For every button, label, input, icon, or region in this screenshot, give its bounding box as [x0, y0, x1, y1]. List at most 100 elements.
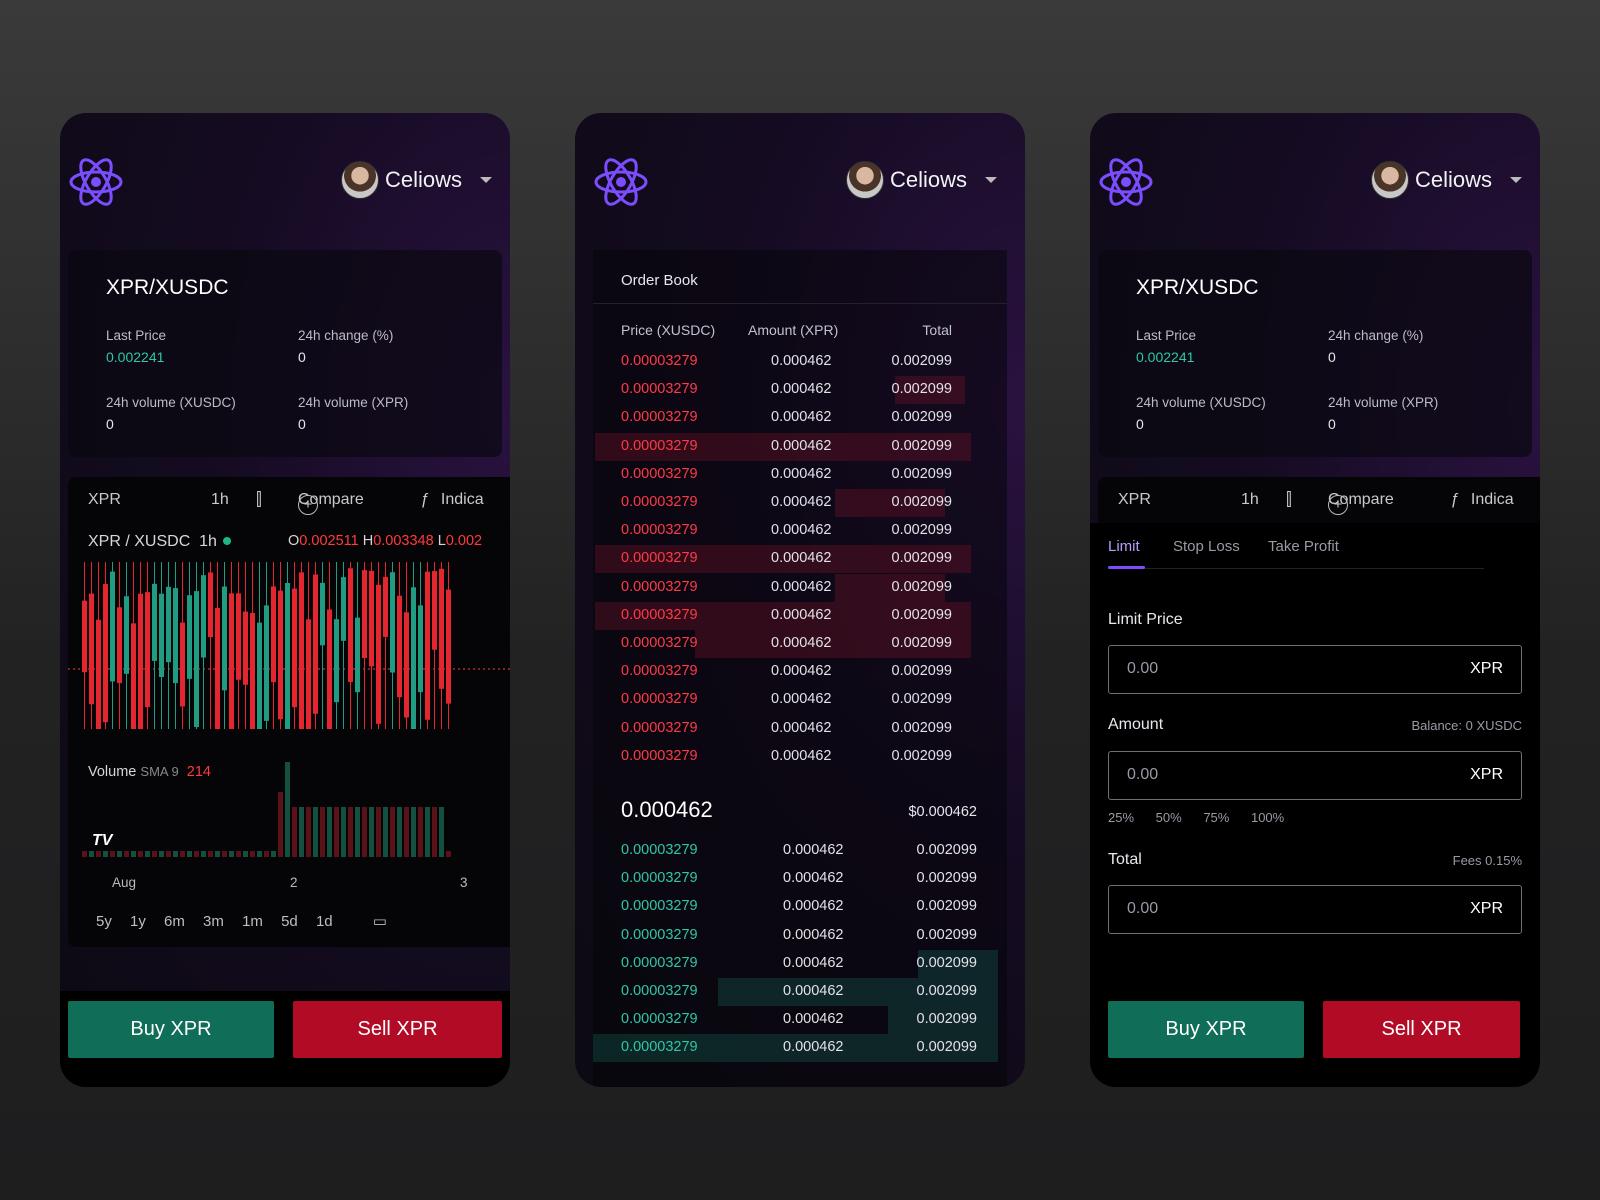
volume-xpr-label: 24h volume (XPR)	[298, 395, 409, 410]
buy-button[interactable]: Buy XPR	[68, 1001, 274, 1058]
volume-bar	[250, 851, 255, 857]
symbol-selector[interactable]: XPR	[1118, 491, 1151, 509]
volume-bar	[215, 851, 220, 857]
ask-price: 0.00003279	[621, 719, 698, 736]
bid-row[interactable]: 0.00003279 0.000462 0.002099	[593, 978, 1007, 1006]
volume-bar	[194, 851, 199, 857]
ask-row[interactable]: 0.00003279 0.000462 0.002099	[593, 461, 1007, 489]
atom-logo-icon[interactable]	[68, 151, 124, 213]
avatar	[845, 161, 884, 199]
ask-row[interactable]: 0.00003279 0.000462 0.002099	[593, 376, 1007, 404]
ask-row[interactable]: 0.00003279 0.000462 0.002099	[593, 686, 1007, 714]
ask-row[interactable]: 0.00003279 0.000462 0.002099	[593, 630, 1007, 658]
atom-logo-icon[interactable]	[593, 151, 649, 213]
pair-title: XPR/XUSDC	[1136, 276, 1259, 299]
user-menu[interactable]: Celiows	[340, 161, 492, 199]
change-stat: 24h change (%) 0	[1328, 328, 1423, 365]
total-label: Total	[1108, 851, 1142, 868]
candlestick-plot[interactable]	[68, 557, 510, 732]
ask-price: 0.00003279	[621, 747, 698, 764]
range-3m[interactable]: 3m	[203, 913, 224, 930]
interval-selector[interactable]: 1h	[211, 491, 229, 509]
candle-body	[425, 571, 430, 720]
range-1m[interactable]: 1m	[242, 913, 263, 930]
ask-row[interactable]: 0.00003279 0.000462 0.002099	[593, 545, 1007, 573]
bid-row[interactable]: 0.00003279 0.000462 0.002099	[593, 950, 1007, 978]
ask-row[interactable]: 0.00003279 0.000462 0.002099	[593, 433, 1007, 461]
atom-logo-icon[interactable]	[1098, 151, 1154, 213]
ask-row[interactable]: 0.00003279 0.000462 0.002099	[593, 574, 1007, 602]
percent-25[interactable]: 25%	[1108, 810, 1134, 825]
range-6m[interactable]: 6m	[164, 913, 185, 930]
buy-button[interactable]: Buy XPR	[1108, 1001, 1304, 1058]
volume-xusdc-value: 0	[1136, 416, 1144, 432]
ask-total: 0.002099	[891, 522, 952, 539]
range-1y[interactable]: 1y	[130, 913, 146, 930]
ask-amount: 0.000462	[771, 437, 832, 454]
amount-input[interactable]: 0.00 XPR	[1108, 751, 1522, 800]
interval-selector[interactable]: 1h	[1241, 491, 1259, 509]
compare-button[interactable]: + Compare	[1328, 491, 1394, 515]
axis-label-aug: Aug	[112, 875, 137, 890]
bid-row[interactable]: 0.00003279 0.000462 0.002099	[593, 893, 1007, 921]
volume-bar	[362, 807, 367, 857]
bid-row[interactable]: 0.00003279 0.000462 0.002099	[593, 865, 1007, 893]
volume-xpr-value: 0	[298, 416, 306, 432]
bid-row[interactable]: 0.00003279 0.000462 0.002099	[593, 837, 1007, 865]
total-input[interactable]: 0.00 XPR	[1108, 885, 1522, 934]
sell-button[interactable]: Sell XPR	[1323, 1001, 1520, 1058]
candle-body	[411, 587, 416, 729]
bid-row[interactable]: 0.00003279 0.000462 0.002099	[593, 922, 1007, 950]
tab-stop-loss[interactable]: Stop Loss	[1173, 538, 1240, 555]
volume-bar	[138, 851, 143, 857]
ask-row[interactable]: 0.00003279 0.000462 0.002099	[593, 404, 1007, 432]
percent-100[interactable]: 100%	[1251, 810, 1284, 825]
date-range-icon[interactable]: ▭	[373, 913, 387, 930]
symbol-selector[interactable]: XPR	[88, 491, 121, 509]
volume-xusdc-stat: 24h volume (XUSDC) 0	[106, 395, 236, 432]
user-menu[interactable]: Celiows	[845, 161, 997, 199]
ask-row[interactable]: 0.00003279 0.000462 0.002099	[593, 348, 1007, 376]
volume-bar	[229, 851, 234, 857]
candle-body	[96, 619, 101, 729]
bid-row[interactable]: 0.00003279 0.000462 0.002099	[593, 1006, 1007, 1034]
bid-amount: 0.000462	[783, 842, 844, 858]
candle-body	[89, 593, 94, 705]
indicators-button[interactable]: ƒ Indica	[420, 491, 484, 509]
range-1d[interactable]: 1d	[316, 913, 333, 930]
ask-row[interactable]: 0.00003279 0.000462 0.002099	[593, 743, 1007, 771]
limit-price-input[interactable]: 0.00 XPR	[1108, 645, 1522, 694]
user-menu[interactable]: Celiows	[1370, 161, 1522, 199]
tab-limit[interactable]: Limit	[1108, 538, 1140, 555]
ask-row[interactable]: 0.00003279 0.000462 0.002099	[593, 517, 1007, 545]
compare-button[interactable]: + Compare	[298, 491, 364, 515]
ohlc-low: 0.002	[445, 533, 483, 549]
price-chart-card: XPR 1h ⫿ + Compare ƒ Indica XPR / XUSDC 1h…	[68, 477, 510, 947]
candle-body	[215, 607, 220, 729]
candle-type-icon[interactable]: ⫿	[1286, 489, 1292, 510]
candle-body	[250, 612, 255, 729]
range-5d[interactable]: 5d	[281, 913, 298, 930]
volume-bar	[173, 851, 178, 857]
ask-row[interactable]: 0.00003279 0.000462 0.002099	[593, 658, 1007, 686]
bid-price: 0.00003279	[621, 954, 698, 971]
tab-take-profit[interactable]: Take Profit	[1268, 538, 1339, 555]
sell-button[interactable]: Sell XPR	[293, 1001, 502, 1058]
volume-bar	[425, 807, 430, 857]
indicators-button[interactable]: ƒ Indica	[1450, 491, 1514, 509]
candle-body	[152, 583, 157, 661]
candle-body	[320, 582, 325, 646]
volume-bar	[124, 851, 129, 857]
range-5y[interactable]: 5y	[96, 913, 112, 930]
ask-total: 0.002099	[891, 691, 952, 708]
bid-row[interactable]: 0.00003279 0.000462 0.002099	[593, 1034, 1007, 1062]
candle-type-icon[interactable]: ⫿	[256, 489, 262, 510]
bid-price: 0.00003279	[621, 842, 698, 858]
fees-text: Fees 0.15%	[1452, 853, 1522, 868]
chart-toolbar: XPR 1h ⫿ + Compare ƒ Indica	[68, 487, 510, 517]
ask-row[interactable]: 0.00003279 0.000462 0.002099	[593, 489, 1007, 517]
percent-75[interactable]: 75%	[1203, 810, 1229, 825]
ask-row[interactable]: 0.00003279 0.000462 0.002099	[593, 602, 1007, 630]
ask-row[interactable]: 0.00003279 0.000462 0.002099	[593, 715, 1007, 743]
percent-50[interactable]: 50%	[1156, 810, 1182, 825]
